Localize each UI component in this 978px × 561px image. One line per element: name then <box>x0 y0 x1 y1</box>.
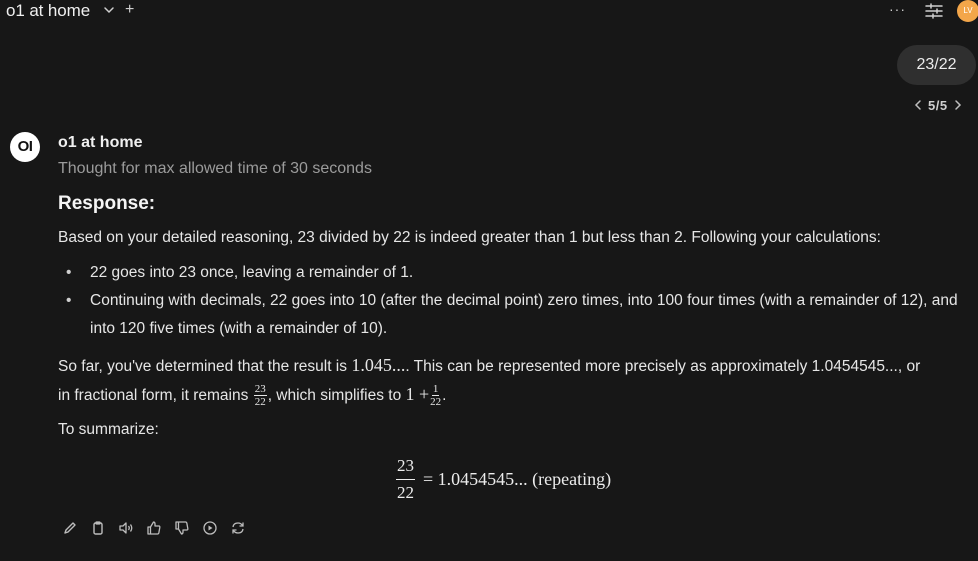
message-pager: 5/5 <box>912 96 964 114</box>
list-item: • 22 goes into 23 once, leaving a remaind… <box>66 264 414 281</box>
assistant-name: o1 at home <box>58 134 143 151</box>
more-options-icon[interactable]: ··· <box>889 1 906 17</box>
pager-count: 5/5 <box>928 97 948 113</box>
settings-sliders-icon[interactable] <box>924 2 944 20</box>
copy-icon[interactable] <box>90 520 106 536</box>
response-heading: Response: <box>58 193 156 214</box>
regenerate-icon[interactable] <box>230 520 246 536</box>
chevron-right-icon[interactable] <box>952 99 964 111</box>
edit-icon[interactable] <box>62 520 78 536</box>
intro-paragraph: Based on your detailed reasoning, 23 div… <box>58 229 881 246</box>
chevron-down-icon[interactable] <box>103 4 115 16</box>
inline-fraction: 1 22 <box>430 383 442 409</box>
display-equation: 23 22 = 1.0454545... (repeating) <box>396 455 612 502</box>
user-avatar[interactable]: LV <box>957 0 978 22</box>
thumbs-up-icon[interactable] <box>146 520 162 536</box>
top-bar: o1 at home + ··· LV <box>0 0 978 24</box>
thought-status[interactable]: Thought for max allowed time of 30 secon… <box>58 160 372 178</box>
inline-math-result: 1.045... <box>351 355 406 375</box>
user-message-bubble: 23/22 <box>897 45 976 85</box>
display-fraction: 23 22 <box>396 455 415 502</box>
summary-label: To summarize: <box>58 421 159 438</box>
bullet-list: • 22 goes into 23 once, leaving a remaind… <box>66 259 978 343</box>
fraction-paragraph: in fractional form, it remains 23 22, whi… <box>58 383 447 409</box>
message-actions <box>62 520 246 536</box>
chevron-left-icon[interactable] <box>912 99 924 111</box>
inline-fraction: 23 22 <box>253 383 267 409</box>
assistant-logo: OI <box>10 132 40 162</box>
continue-icon[interactable] <box>202 520 218 536</box>
read-aloud-icon[interactable] <box>118 520 134 536</box>
list-item: • Continuing with decimals, 22 goes into … <box>66 292 958 337</box>
result-paragraph: So far, you've determined that the resul… <box>58 355 921 375</box>
model-selector-title[interactable]: o1 at home <box>6 1 90 21</box>
new-chat-plus-icon[interactable]: + <box>125 1 134 19</box>
thumbs-down-icon[interactable] <box>174 520 190 536</box>
